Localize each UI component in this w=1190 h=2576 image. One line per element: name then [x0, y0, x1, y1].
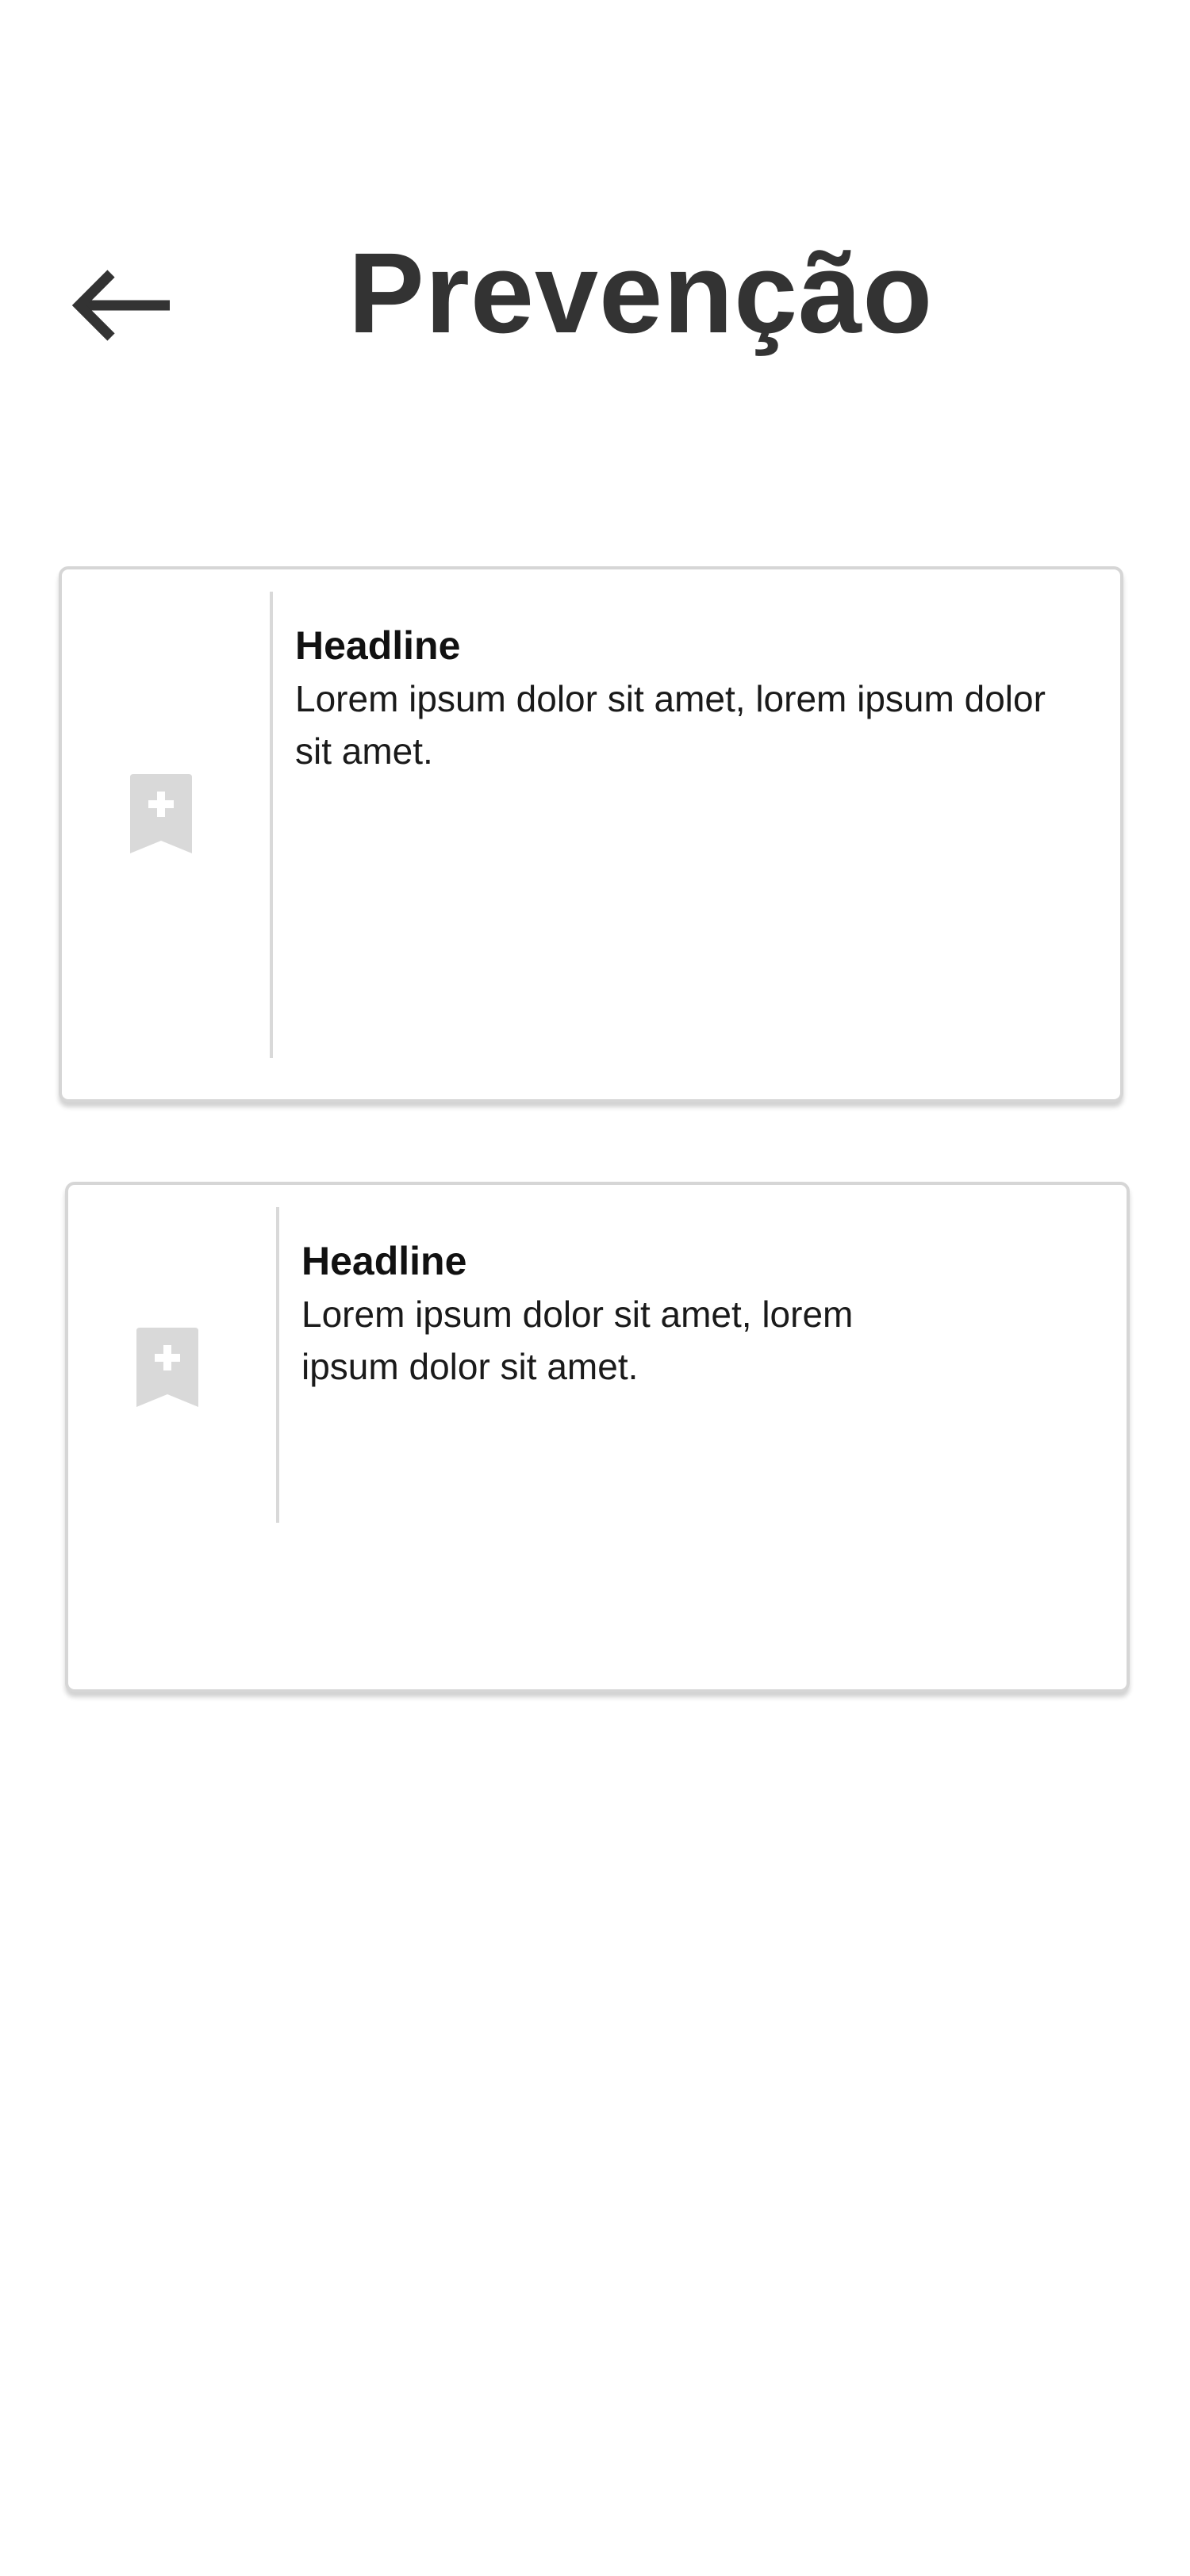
app-header: Prevenção: [0, 0, 1190, 444]
page-title: Prevenção: [347, 229, 934, 357]
card-icon-area: [62, 569, 270, 1099]
card-headline: Headline: [295, 623, 461, 668]
content-card[interactable]: Headline Lorem ipsum dolor sit amet, lor…: [59, 566, 1123, 1102]
card-icon-area: [68, 1185, 276, 1689]
card-text: Headline Lorem ipsum dolor sit amet, lor…: [301, 1234, 936, 1393]
card-headline: Headline: [301, 1239, 467, 1283]
card-divider: [276, 1207, 279, 1523]
content-card[interactable]: Headline Lorem ipsum dolor sit amet, lor…: [65, 1182, 1130, 1692]
card-text: Headline Lorem ipsum dolor sit amet, lor…: [295, 619, 1057, 777]
card-body: Lorem ipsum dolor sit amet, lorem ipsum …: [301, 1294, 854, 1387]
card-body: Lorem ipsum dolor sit amet, lorem ipsum …: [295, 678, 1046, 772]
card-divider: [270, 592, 273, 1058]
bookmark-plus-icon[interactable]: [130, 774, 192, 853]
bookmark-plus-icon[interactable]: [136, 1328, 198, 1407]
